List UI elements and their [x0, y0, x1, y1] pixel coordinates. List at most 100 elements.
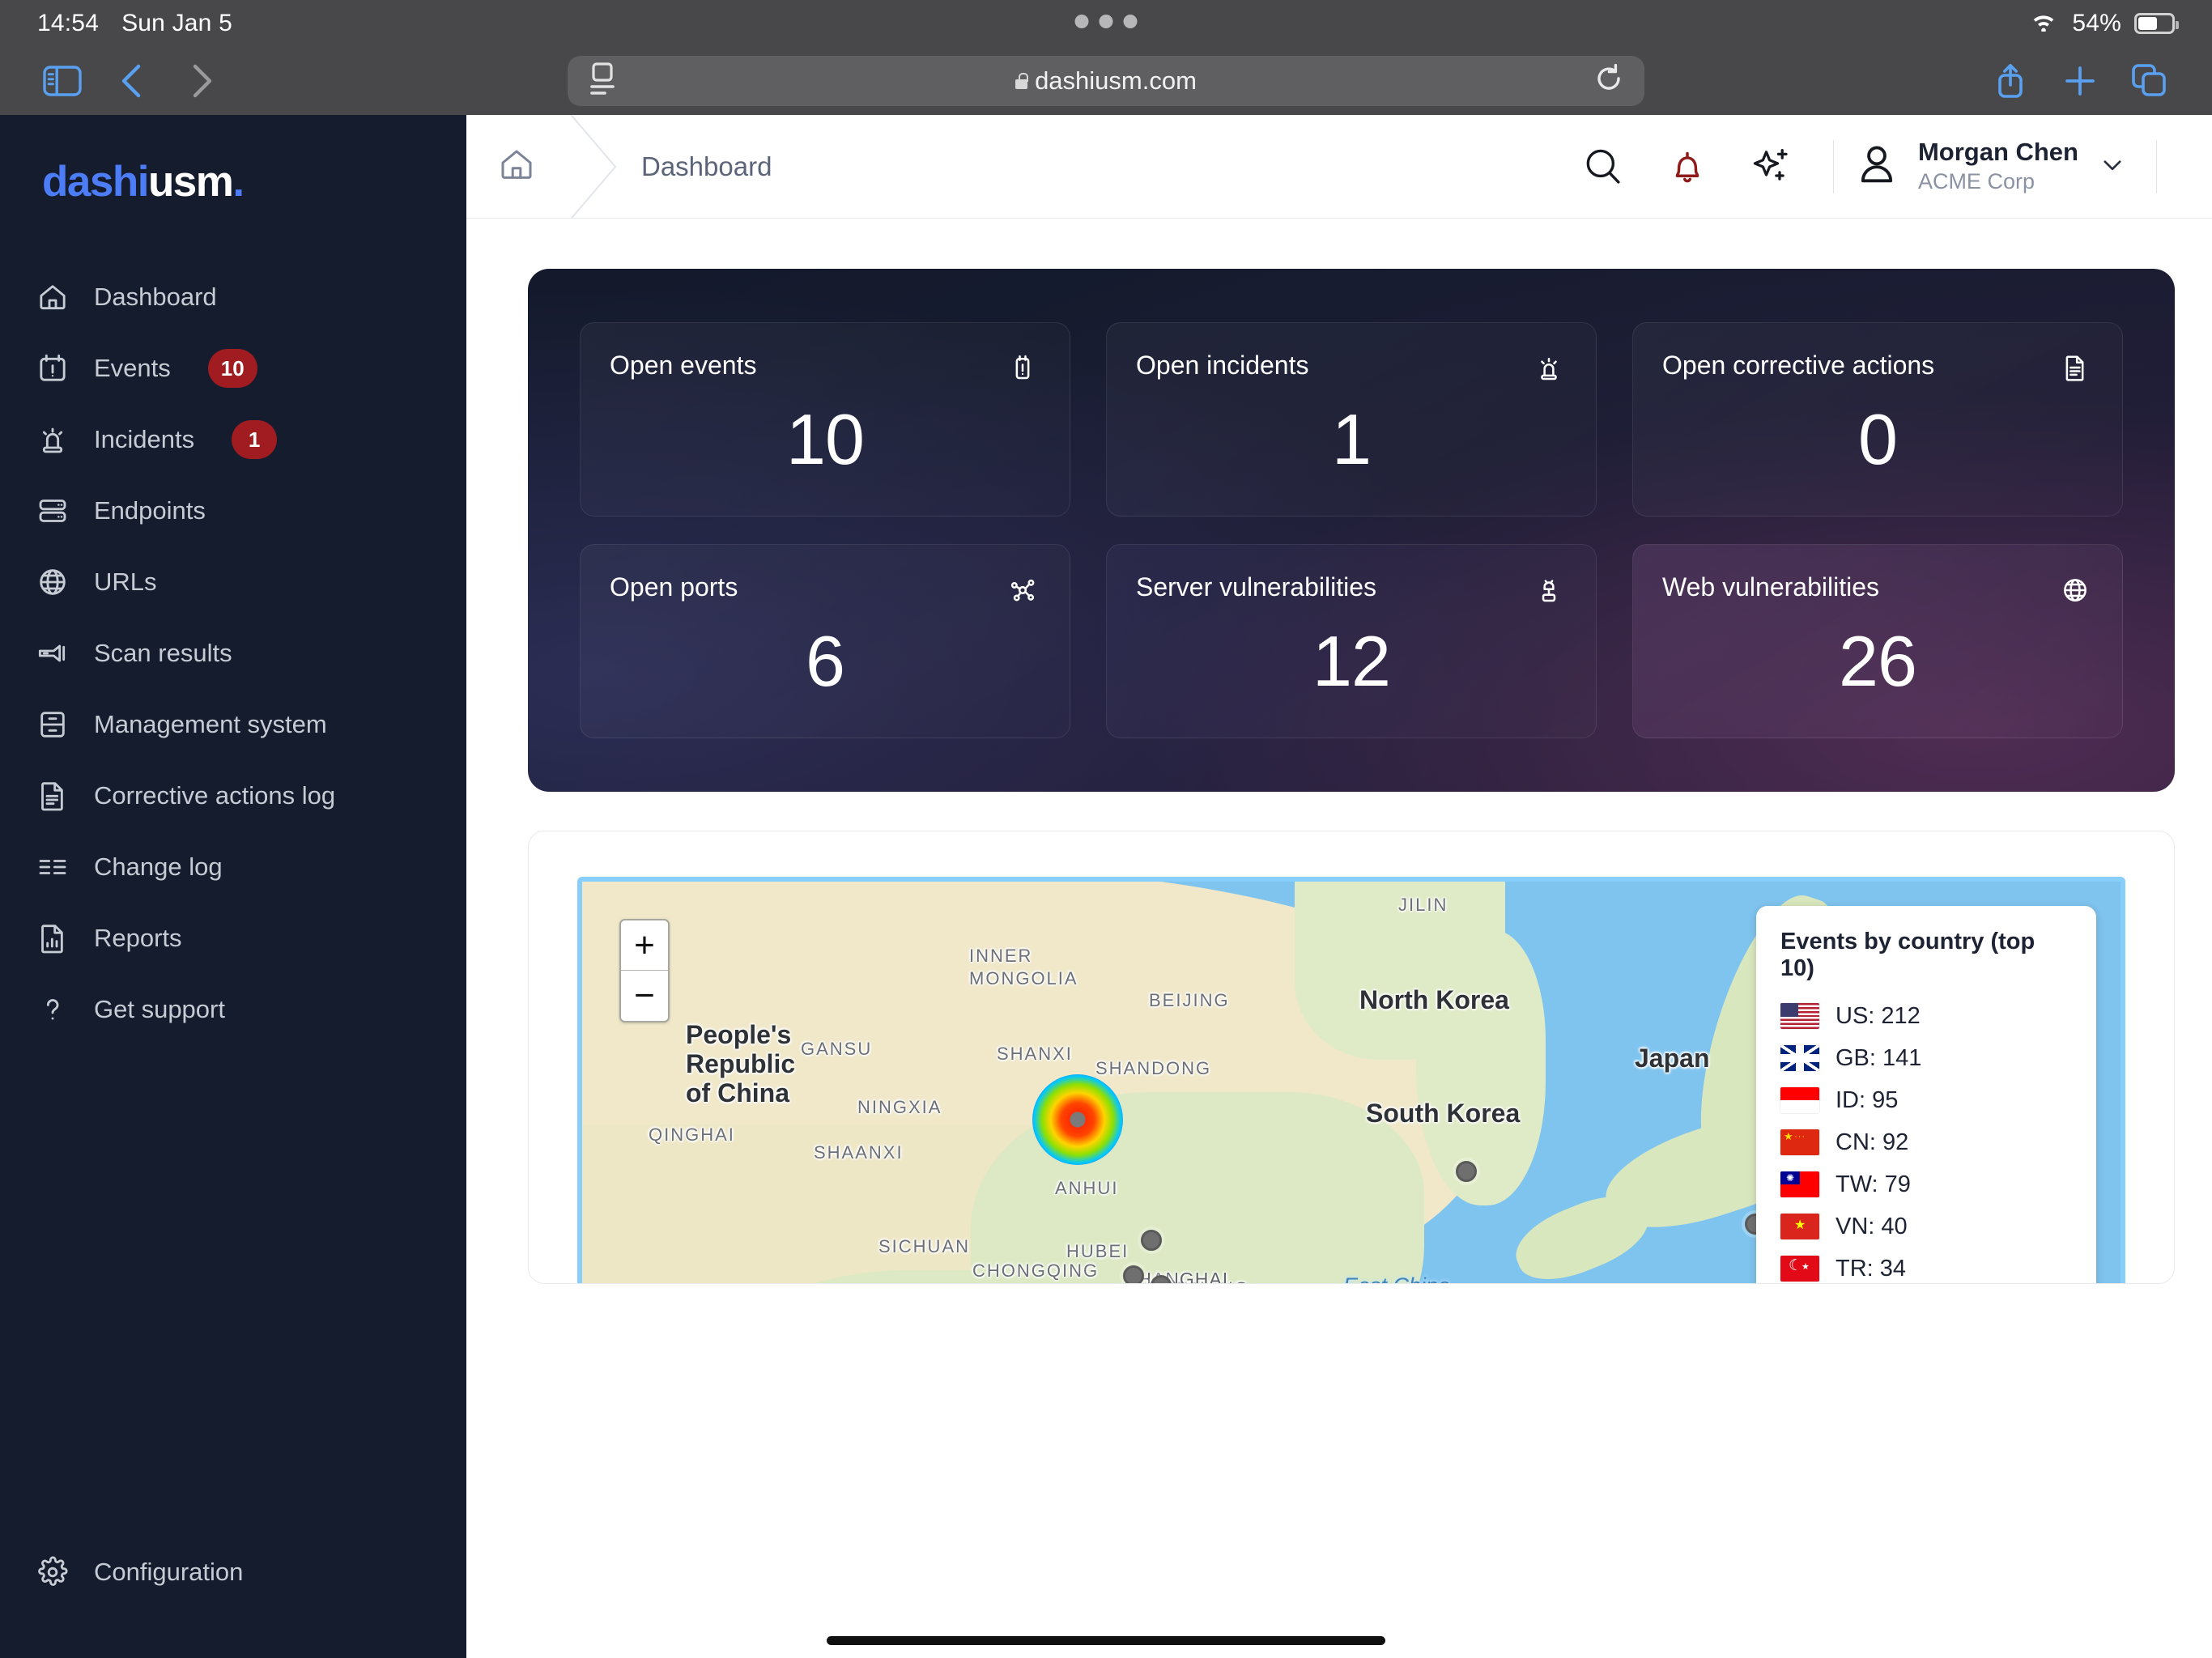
- legend-row: ID: 95: [1780, 1079, 2072, 1121]
- kpi-value: 12: [1312, 621, 1391, 701]
- kpi-title: Open incidents: [1136, 351, 1309, 380]
- sidebar-item-label: Get support: [94, 995, 225, 1023]
- globe-icon: [34, 563, 71, 601]
- sidebar: dashiusm. Dashboard Events 10 Incidents …: [0, 115, 466, 1658]
- logo-part-1: dashi: [42, 158, 149, 206]
- user-org: ACME Corp: [1917, 169, 2035, 193]
- kpi-value: 1: [1332, 399, 1372, 479]
- sidebar-item-dashboard[interactable]: Dashboard: [0, 261, 466, 333]
- flag-gb-icon: [1780, 1045, 1819, 1071]
- sidebar-toggle-icon[interactable]: [28, 56, 97, 106]
- home-indicator[interactable]: [827, 1636, 1385, 1645]
- question-mark-icon: [34, 991, 71, 1028]
- map-zoom-out-button[interactable]: −: [621, 971, 668, 1021]
- app-logo[interactable]: dashiusm.: [0, 115, 466, 206]
- chevron-right-icon[interactable]: [167, 56, 236, 106]
- sidebar-item-urls[interactable]: URLs: [0, 546, 466, 618]
- chevron-down-icon[interactable]: [2096, 148, 2129, 185]
- map-zoom-controls[interactable]: + −: [619, 919, 670, 1022]
- app-window: dashiusm. Dashboard Events 10 Incidents …: [0, 115, 2212, 1658]
- kpi-card-server-vulnerabilities[interactable]: Server vulnerabilities 12: [1106, 544, 1597, 738]
- kpi-card-open-corrective-actions[interactable]: Open corrective actions 0: [1632, 322, 2123, 517]
- network-nodes-icon: [1005, 572, 1040, 608]
- bug-server-icon: [1531, 572, 1567, 608]
- flashlight-icon: [34, 635, 71, 672]
- legend-entry: TW: 79: [1836, 1171, 1911, 1197]
- kpi-title: Web vulnerabilities: [1662, 572, 1879, 602]
- lock-icon: [1015, 73, 1028, 89]
- divider: [2156, 139, 2157, 193]
- kpi-card-open-events[interactable]: Open events 10: [580, 322, 1070, 517]
- map-zoom-in-button[interactable]: +: [621, 920, 668, 971]
- breadcrumb-home-button[interactable]: [466, 115, 567, 218]
- list-icon: [34, 848, 71, 886]
- sidebar-item-incidents[interactable]: Incidents 1: [0, 404, 466, 475]
- flag-vn-icon: [1780, 1214, 1819, 1239]
- sidebar-item-endpoints[interactable]: Endpoints: [0, 475, 466, 546]
- kpi-card-open-ports[interactable]: Open ports 6: [580, 544, 1070, 738]
- status-badge: 1: [232, 420, 278, 459]
- sidebar-item-reports[interactable]: Reports: [0, 903, 466, 974]
- cabinet-icon: [34, 706, 71, 743]
- flag-cn-icon: [1780, 1129, 1819, 1155]
- plus-icon[interactable]: [2045, 56, 2115, 106]
- user-name: Morgan Chen: [1917, 138, 2078, 167]
- user-menu[interactable]: Morgan Chen ACME Corp: [1853, 137, 2137, 196]
- document-icon: [34, 777, 71, 814]
- legend-row: US: 212: [1780, 995, 2072, 1037]
- sidebar-nav: Dashboard Events 10 Incidents 1 Endpoint…: [0, 261, 466, 1045]
- logo-part-3: .: [232, 158, 245, 206]
- map-card: People's Republic of China North Korea Sou…: [528, 831, 2175, 1284]
- sidebar-item-label: Scan results: [94, 639, 232, 667]
- kpi-panel: Open events 10 Open incidents 1 Open cor…: [528, 269, 2175, 792]
- map-marker: [1456, 1161, 1477, 1182]
- sidebar-item-label: Incidents: [94, 425, 195, 453]
- bell-icon[interactable]: [1645, 125, 1729, 209]
- report-chart-icon: [34, 920, 71, 957]
- battery-percent: 54%: [2072, 10, 2121, 36]
- legend-row: CN: 92: [1780, 1121, 2072, 1163]
- home-icon: [34, 278, 71, 316]
- chevron-left-icon[interactable]: [97, 56, 167, 106]
- avatar: [1853, 141, 1900, 192]
- app-header: Dashboard Morgan Chen ACME Corp: [466, 115, 2212, 219]
- sidebar-item-get-support[interactable]: Get support: [0, 974, 466, 1045]
- kpi-card-web-vulnerabilities[interactable]: Web vulnerabilities 26: [1632, 544, 2123, 738]
- map-heat-cluster: [1032, 1074, 1123, 1165]
- search-icon[interactable]: [1561, 125, 1645, 209]
- sidebar-item-corrective-actions-log[interactable]: Corrective actions log: [0, 760, 466, 831]
- legend-row: TW: 79: [1780, 1163, 2072, 1205]
- status-badge: 10: [207, 349, 257, 388]
- battery-icon: [2134, 13, 2179, 34]
- status-date: Sun Jan 5: [121, 10, 232, 36]
- kpi-card-open-incidents[interactable]: Open incidents 1: [1106, 322, 1597, 517]
- ipad-status-bar: 14:54 Sun Jan 5 54%: [0, 0, 2212, 47]
- sidebar-item-scan-results[interactable]: Scan results: [0, 618, 466, 689]
- flag-tr-icon: [1780, 1256, 1819, 1282]
- kpi-value: 10: [786, 399, 865, 479]
- events-map[interactable]: People's Republic of China North Korea Sou…: [577, 877, 2125, 1283]
- kpi-value: 6: [806, 621, 845, 701]
- legend-entry: US: 212: [1836, 1002, 1921, 1029]
- address-bar[interactable]: dashiusm.com: [568, 56, 1644, 106]
- kpi-value: 26: [1839, 621, 1917, 701]
- breadcrumb: Dashboard: [466, 115, 772, 219]
- sidebar-item-events[interactable]: Events 10: [0, 333, 466, 404]
- tabs-icon[interactable]: [2115, 56, 2184, 106]
- legend-entry: ID: 95: [1836, 1086, 1899, 1113]
- wifi-icon: [2028, 9, 2059, 38]
- multitask-dots[interactable]: [1074, 15, 1138, 28]
- sidebar-item-change-log[interactable]: Change log: [0, 831, 466, 903]
- flag-us-icon: [1780, 1003, 1819, 1029]
- kpi-title: Server vulnerabilities: [1136, 572, 1377, 602]
- document-icon: [2057, 351, 2093, 386]
- safari-toolbar: dashiusm.com: [0, 47, 2212, 115]
- legend-entry: TR: 34: [1836, 1255, 1907, 1282]
- main-content: Dashboard Morgan Chen ACME Corp Open eve…: [466, 115, 2212, 1658]
- sidebar-item-label: Events: [94, 354, 171, 382]
- share-icon[interactable]: [1976, 56, 2045, 106]
- sparkles-icon[interactable]: [1729, 125, 1814, 209]
- sidebar-item-management-system[interactable]: Management system: [0, 689, 466, 760]
- sidebar-item-configuration[interactable]: Configuration: [0, 1537, 466, 1608]
- sidebar-item-label: Corrective actions log: [94, 781, 336, 810]
